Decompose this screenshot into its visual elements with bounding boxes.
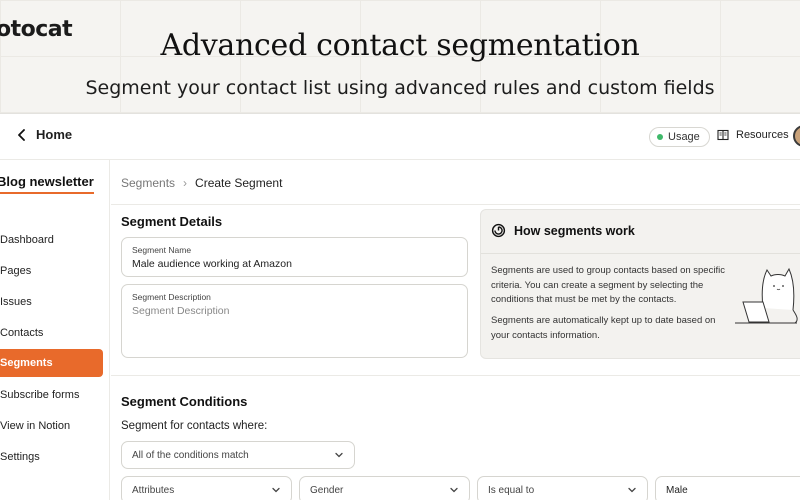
segment-name-value: Male audience working at Amazon (132, 258, 292, 270)
breadcrumb-current: Create Segment (195, 176, 283, 190)
avatar[interactable] (793, 125, 800, 147)
sidebar-item-pages[interactable]: Pages (0, 255, 103, 286)
back-home-button[interactable]: Home (16, 127, 72, 142)
sidebar-nav: Dashboard Pages Issues Contacts Segments… (0, 224, 110, 472)
hero-title: Advanced contact segmentation (160, 28, 640, 63)
hero-subtitle: Segment your contact list using advanced… (85, 77, 715, 99)
operator-value: Is equal to (488, 484, 535, 496)
sidebar-item-subscribe-forms[interactable]: Subscribe forms (0, 379, 103, 410)
sidebar-item-issues[interactable]: Issues (0, 286, 103, 317)
how-card-title: How segments work (514, 223, 635, 238)
segment-conditions-heading: Segment Conditions (121, 394, 248, 409)
chevron-down-icon (272, 487, 280, 493)
header-divider (111, 204, 800, 205)
sidebar: Blog newsletter Dashboard Pages Issues C… (0, 160, 110, 500)
sidebar-item-view-in-notion[interactable]: View in Notion (0, 410, 103, 441)
book-icon (717, 129, 729, 141)
chevron-down-icon (335, 452, 343, 458)
top-bar: Home Usage Resources (0, 114, 800, 160)
resources-label: Resources (736, 129, 789, 141)
breadcrumb-chevron-icon: › (183, 176, 188, 190)
segment-name-label: Segment Name (132, 245, 192, 255)
status-dot-icon (657, 134, 663, 140)
segment-description-placeholder: Segment Description (132, 305, 230, 317)
how-card-header: How segments work (491, 223, 635, 238)
segment-name-field[interactable]: Segment Name Male audience working at Am… (121, 237, 468, 277)
breadcrumb-segments-link[interactable]: Segments (121, 176, 175, 190)
condition-value: Male (666, 484, 688, 496)
main-content: Segments › Create Segment Segment Detail… (111, 160, 800, 500)
segment-details-heading: Segment Details (121, 214, 223, 229)
sidebar-item-settings[interactable]: Settings (0, 441, 103, 472)
sidebar-item-contacts[interactable]: Contacts (0, 317, 103, 348)
cat-illustration (735, 267, 798, 324)
chevron-down-icon (628, 487, 636, 493)
how-segments-work-card: How segments work Segments are used to g… (480, 209, 800, 359)
resources-button[interactable]: Resources (717, 129, 789, 141)
match-mode-value: All of the conditions match (132, 449, 249, 461)
section-divider (111, 375, 800, 376)
hero-banner: otocat Advanced contact segmentation Seg… (0, 0, 800, 113)
how-card-paragraph-2: Segments are automatically kept up to da… (491, 315, 716, 341)
usage-label: Usage (668, 131, 700, 143)
segment-conditions-label: Segment for contacts where: (121, 420, 268, 432)
back-home-label: Home (36, 127, 73, 142)
attribute-type-select[interactable]: Attributes (121, 476, 292, 500)
segment-icon (491, 223, 506, 238)
field-select[interactable]: Gender (299, 476, 470, 500)
segment-description-label: Segment Description (132, 292, 211, 302)
how-card-paragraph-1: Segments are used to group contacts base… (491, 265, 725, 305)
workspace-name[interactable]: Blog newsletter (0, 174, 94, 194)
breadcrumb: Segments › Create Segment (121, 176, 282, 190)
usage-button[interactable]: Usage (649, 127, 710, 147)
sidebar-item-dashboard[interactable]: Dashboard (0, 224, 103, 255)
how-card-divider (481, 253, 800, 254)
match-mode-select[interactable]: All of the conditions match (121, 441, 355, 469)
chevron-left-icon (18, 128, 25, 141)
operator-select[interactable]: Is equal to (477, 476, 648, 500)
condition-value-input[interactable]: Male (655, 476, 800, 500)
sidebar-item-segments[interactable]: Segments (0, 349, 103, 377)
app-window: Home Usage Resources Blog newsletter Das… (0, 113, 800, 500)
segment-description-field[interactable]: Segment Description Segment Description (121, 284, 468, 358)
field-value: Gender (310, 484, 344, 496)
chevron-down-icon (450, 487, 458, 493)
attribute-type-value: Attributes (132, 484, 175, 496)
